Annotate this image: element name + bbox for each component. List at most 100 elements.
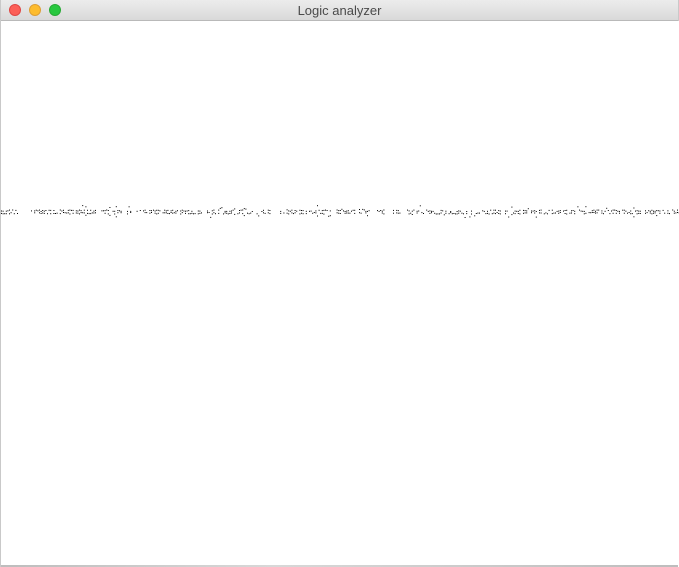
trace-dot <box>321 212 323 214</box>
trace-dot <box>318 209 320 211</box>
trace-dot <box>619 212 620 214</box>
trace-dot <box>301 212 302 214</box>
trace-dot <box>248 213 250 215</box>
trace-dot <box>164 212 166 214</box>
trace-dot <box>240 209 242 211</box>
trace-dot <box>416 210 418 212</box>
trace-dot <box>181 212 183 214</box>
trace-dot <box>237 213 239 215</box>
trace-dot <box>360 212 362 214</box>
trace-dot <box>157 212 159 214</box>
trace-dot <box>432 210 434 212</box>
trace-dot <box>223 213 224 215</box>
trace-dot <box>351 210 352 212</box>
trace-dot <box>623 209 625 211</box>
trace-dot <box>341 208 343 210</box>
trace-dot <box>280 212 282 214</box>
trace-dot <box>623 212 625 214</box>
trace-dot <box>167 213 169 214</box>
trace-dot <box>633 207 635 209</box>
trace-dot <box>440 209 442 211</box>
trace-dot <box>47 213 48 215</box>
trace-dot <box>87 212 88 214</box>
trace-dot <box>667 212 669 214</box>
trace-dot <box>455 213 456 215</box>
trace-dot <box>625 210 627 212</box>
trace-dot <box>67 212 69 214</box>
trace-dot <box>69 213 71 215</box>
trace-dot <box>291 212 293 214</box>
trace-dot <box>55 213 56 214</box>
trace-dot <box>114 213 116 215</box>
trace-dot <box>175 212 177 214</box>
trace-dot <box>201 212 202 214</box>
trace-dot <box>523 212 524 214</box>
trace-dot <box>144 212 146 214</box>
trace-dot <box>563 210 564 212</box>
trace-dot <box>532 210 534 212</box>
trace-dot <box>43 212 45 214</box>
trace-dot <box>380 210 382 211</box>
trace-dot <box>53 213 55 214</box>
trace-dot <box>411 214 413 215</box>
trace-dot <box>498 213 500 214</box>
trace-dot <box>9 213 10 215</box>
trace-dot <box>482 210 484 212</box>
trace-dot <box>172 209 174 211</box>
trace-dot <box>170 212 172 213</box>
trace-dot <box>188 213 190 215</box>
trace-dot <box>91 212 93 214</box>
trace-dot <box>264 212 266 214</box>
trace-dot <box>636 213 638 215</box>
trace-dot <box>491 213 493 215</box>
trace-dot <box>207 212 208 214</box>
trace-dot <box>517 210 519 212</box>
trace-dot <box>224 210 226 212</box>
trace-dot <box>450 212 452 214</box>
trace-dot <box>531 212 532 214</box>
trace-dot <box>50 209 52 211</box>
trace-dot <box>267 209 269 211</box>
trace-dot <box>75 210 77 212</box>
trace-dot <box>7 210 9 212</box>
trace-dot <box>606 207 608 209</box>
signal-canvas[interactable] <box>1 21 679 567</box>
trace-dot <box>590 212 592 214</box>
trace-dot <box>85 214 87 216</box>
trace-dot <box>630 213 632 215</box>
title-bar[interactable]: Logic analyzer <box>1 0 678 21</box>
trace-dot <box>329 210 331 212</box>
trace-dot <box>493 212 495 214</box>
trace-dot <box>435 213 437 215</box>
trace-dot <box>159 210 161 212</box>
trace-dot <box>654 212 656 214</box>
trace-dot <box>61 210 63 212</box>
trace-dot <box>280 210 282 212</box>
trace-dot <box>631 213 633 215</box>
trace-dot <box>564 213 566 214</box>
trace-dot <box>323 213 325 215</box>
trace-dot <box>40 213 42 214</box>
trace-dot <box>37 210 39 212</box>
trace-dot <box>646 212 648 214</box>
trace-dot <box>352 209 354 211</box>
trace-dot <box>540 209 542 211</box>
trace-dot <box>301 210 302 211</box>
trace-dot <box>673 210 675 212</box>
trace-dot <box>651 209 653 211</box>
trace-dot <box>59 209 61 211</box>
trace-dot <box>321 210 323 212</box>
trace-dot <box>445 210 447 212</box>
trace-dot <box>197 213 199 215</box>
trace-dot <box>381 212 383 214</box>
trace-dot <box>569 212 571 214</box>
trace-dot <box>120 212 122 214</box>
trace-dot <box>450 211 452 212</box>
trace-dot <box>310 210 312 212</box>
trace-dot <box>215 213 216 215</box>
trace-dot <box>219 207 221 209</box>
trace-dot <box>499 210 501 212</box>
trace-dot <box>558 210 560 212</box>
trace-dot <box>43 210 45 212</box>
trace-dot <box>595 212 596 214</box>
